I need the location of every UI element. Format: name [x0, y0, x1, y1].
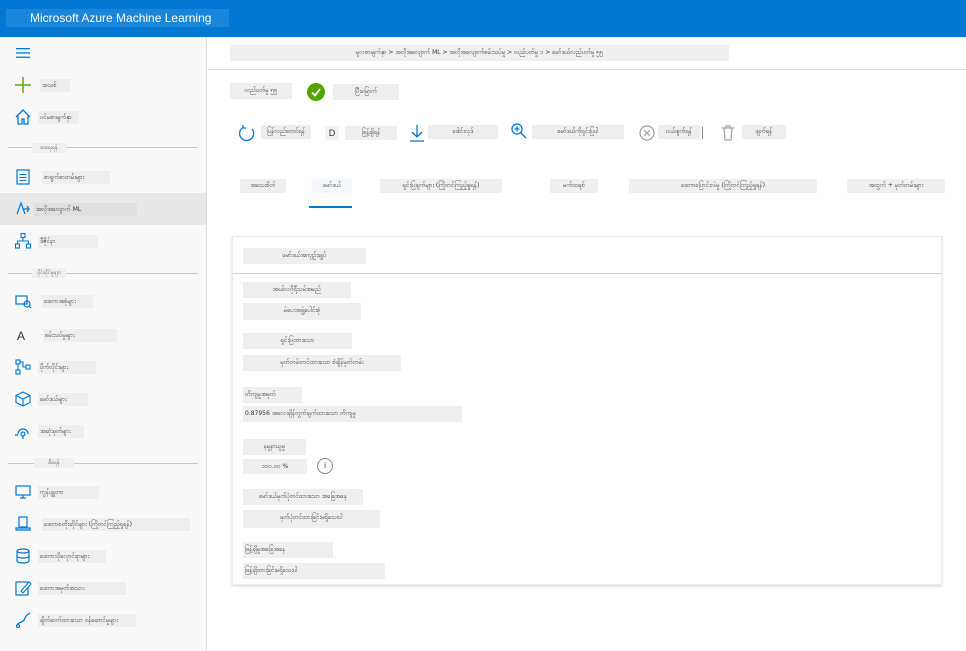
tab-data-transformation[interactable]: ဒေတာပြောင်းလဲမှု (ကြိုတင်ကြည့်ရှုရန်) [629, 179, 817, 193]
algorithm-label: အယ်လဂိုရီသမ်အမည် [243, 282, 351, 298]
tab-explanations[interactable]: ရှင်းပြချက်များ (ကြိုတင်ကြည့်ရှုရန်) [380, 179, 502, 193]
sidebar-item-label: ဒေတာအစုံများ [42, 295, 93, 308]
sidebar-item-labeling[interactable]: ဒေတာအမှတ်အသား [0, 572, 206, 604]
sidebar-item-label: ဒေတာအမှတ်အသား [38, 582, 126, 595]
sidebar-item-label: အဆုံးမှတ်များ [38, 425, 84, 438]
section-manage: စီမံရန် [34, 458, 74, 468]
delete-icon[interactable] [719, 124, 737, 142]
explained-value[interactable]: မှတ်တမ်းတင်ထားသော စံချိန်မှတ်တမ်း [243, 355, 401, 371]
refresh-icon[interactable] [238, 124, 256, 142]
sidebar-item-datasets[interactable]: ဒေတာအစုံများ [0, 285, 206, 317]
algorithm-value[interactable]: မဲပေးအဖွဲ့ပေါင်းစုံ [243, 303, 361, 320]
info-icon[interactable]: i [317, 458, 333, 474]
explain-model-button[interactable]: မော်ဒယ်ကိုရှင်းပြပါ [532, 125, 624, 139]
cancel-button[interactable]: ပယ်ဖျက်ရန် [658, 125, 700, 139]
explain-icon[interactable] [510, 122, 528, 140]
sidebar-item-label: ကွန်ပျူတာ [38, 486, 99, 499]
sidebar-item-pipelines[interactable]: ပိုက်လိုင်းများ [0, 351, 206, 383]
sidebar-item-label: ပင်မစာမျက်နှာ [38, 111, 79, 124]
toolbar-separator [702, 127, 703, 139]
automl-icon [14, 200, 32, 218]
sidebar-item-label: ဒေတာစတိုးဆိုင်များ (ကြိုတင်ကြည့်ရှုရန်) [42, 518, 190, 531]
sidebar-item-label: အသစ် [40, 79, 70, 92]
deploy-button[interactable]: ဖြန့်ချိရန် [345, 126, 397, 140]
refresh-button[interactable]: ပြန်လည်စတင်ရန် [261, 125, 311, 139]
sidebar-item-designer[interactable]: ဒီဇိုင်နာ [0, 225, 206, 257]
delete-button[interactable]: ဖျက်ရန် [742, 125, 786, 139]
main-content: မူလစာမျက်နှာ > အလိုအလျောက် ML > အလိုအလျေ… [208, 37, 966, 651]
deployment-label: ဖြန့်ချိမှုအခြေအနေ [243, 542, 333, 558]
top-bar: Microsoft Azure Machine Learning [0, 0, 966, 37]
card-title: မော်ဒယ်အကျဉ်းချုပ် [243, 248, 366, 264]
download-icon[interactable] [408, 124, 426, 142]
model-summary-card: မော်ဒယ်အကျဉ်းချုပ် အယ်လဂိုရီသမ်အမည် မဲပေ… [232, 236, 942, 585]
sidebar-item-datastores[interactable]: ဒေတာစတိုးဆိုင်များ (ကြိုတင်ကြည့်ရှုရန်) [0, 508, 206, 540]
models-icon [14, 390, 32, 408]
active-tab-indicator [309, 206, 352, 208]
datasets-icon [14, 292, 32, 310]
section-assets: ပိုင်ဆိုင်မှုများ [32, 268, 66, 278]
deployment-value[interactable]: ဖြန့်ချိထားခြင်းမရှိသေးပါ [243, 563, 385, 579]
sidebar-item-label: မော်ဒယ်များ [38, 393, 88, 406]
card-divider [233, 273, 941, 274]
compute-icon [14, 483, 32, 501]
sidebar-item-notebooks[interactable]: စာရွက်စာတမ်းများ [0, 161, 206, 193]
storage-icon [14, 547, 32, 565]
d-button[interactable]: D [325, 126, 339, 140]
hamburger-icon [14, 44, 32, 62]
svg-text:A: A [17, 329, 25, 343]
linked-services-icon [14, 611, 32, 629]
tab-outputs-logs[interactable]: အထွက် + မှတ်တမ်းများ [847, 179, 945, 193]
sampling-value: ၁၀၀.၀၀ % [243, 459, 307, 474]
sampling-label: နမူနာယူမှု [243, 439, 306, 455]
experiments-icon: A [14, 326, 32, 344]
sidebar-item-label: စမ်းသပ်မှုများ [43, 329, 117, 342]
sidebar-item-label: ချိတ်ဆက်ထားသော ဝန်ဆောင်မှုများ [38, 614, 136, 627]
sidebar-item-label: ဒီဇိုင်နာ [38, 235, 98, 248]
pipelines-icon [14, 358, 32, 376]
explained-label: ရှင်းပြထားသော [243, 333, 352, 349]
plus-icon [14, 76, 32, 94]
tab-metrics[interactable]: မက်ထရစ် [550, 179, 598, 193]
sidebar-item-new[interactable]: အသစ် [0, 69, 206, 101]
labeling-icon [14, 579, 32, 597]
sidebar-item-label: စာရွက်စာတမ်းများ [42, 171, 110, 184]
notebook-icon [14, 168, 32, 186]
sidebar-item-experiments[interactable]: A စမ်းသပ်မှုများ [0, 319, 206, 351]
tab-model[interactable]: မော်ဒယ် [312, 179, 352, 193]
menu-toggle[interactable] [0, 37, 206, 69]
sidebar-item-models[interactable]: မော်ဒယ်များ [0, 383, 206, 415]
registration-value[interactable]: မှတ်ပုံတင်ထားခြင်းမရှိသေးပါ [243, 510, 380, 528]
sidebar-item-label: အလိုအလျောက် ML [34, 203, 137, 216]
status-badge: ပြီးမြောက် [333, 84, 399, 100]
section-author: စာရေးရန် [32, 143, 66, 153]
home-icon [14, 108, 32, 126]
tab-details[interactable]: အသေးစိတ် [240, 179, 286, 193]
metric-value: 0.87956 အလေးချိန်တွက်ချက်ထားသော တိကျမှု [243, 406, 462, 422]
endpoints-icon [14, 422, 32, 440]
sidebar: အသစ် ပင်မစာမျက်နှာ စာရေးရန် စာရွက်စာတမ်း… [0, 37, 207, 651]
app-title[interactable]: Microsoft Azure Machine Learning [6, 9, 229, 27]
sidebar-item-label: ဒေတာသိုလှောင်ရာများ [38, 550, 106, 563]
datastore-icon [14, 515, 32, 533]
checkmark-icon [307, 83, 325, 101]
sidebar-item-compute[interactable]: ကွန်ပျူတာ [0, 476, 206, 508]
designer-icon [14, 232, 32, 250]
cancel-icon[interactable] [638, 124, 656, 142]
sidebar-item-endpoints[interactable]: အဆုံးမှတ်များ [0, 415, 206, 447]
registration-label: မော်ဒယ်မှတ်ပုံတင်ထားသော အခြေအနေ [243, 489, 363, 505]
sidebar-item-automl[interactable]: အလိုအလျောက် ML [0, 193, 206, 225]
metric-label: တိကျမှုအမှတ် [243, 387, 302, 403]
sidebar-item-label: ပိုက်လိုင်းများ [38, 361, 96, 374]
sidebar-item-storage[interactable]: ဒေတာသိုလှောင်ရာများ [0, 540, 206, 572]
sidebar-item-linked-services[interactable]: ချိတ်ဆက်ထားသော ဝန်ဆောင်မှုများ [0, 604, 206, 636]
run-title: လည်ပတ်မှု ၅၅ [230, 83, 292, 99]
download-button[interactable]: ဒေါင်းလုဒ် [428, 125, 498, 139]
header-divider [208, 69, 966, 70]
breadcrumb[interactable]: မူလစာမျက်နှာ > အလိုအလျောက် ML > အလိုအလျေ… [230, 45, 729, 61]
sidebar-item-home[interactable]: ပင်မစာမျက်နှာ [0, 101, 206, 133]
